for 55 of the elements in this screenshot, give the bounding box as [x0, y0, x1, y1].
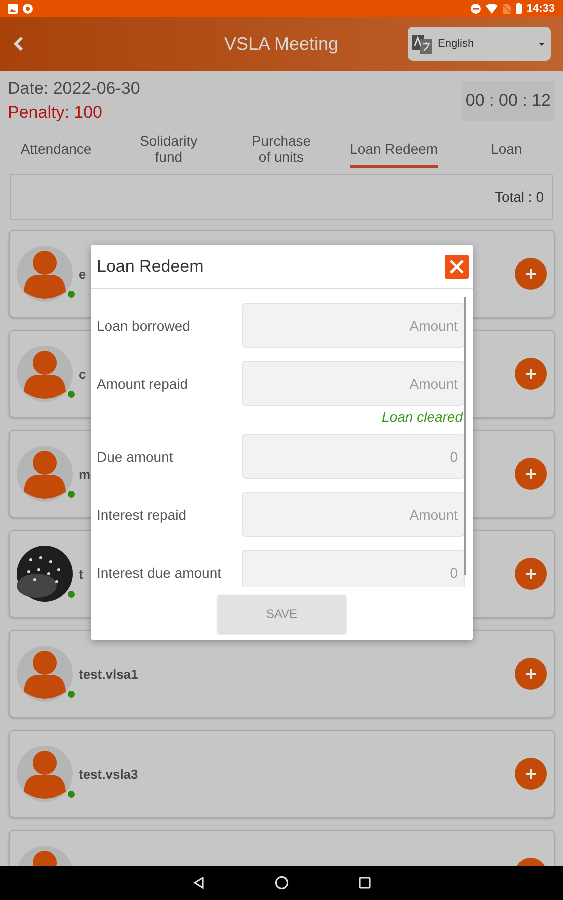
field-label: Amount repaid [97, 376, 190, 392]
back-icon[interactable] [192, 877, 204, 889]
do-not-disturb-icon [470, 4, 481, 14]
amount-field[interactable]: 0 [242, 550, 465, 587]
add-icon[interactable] [515, 258, 547, 290]
meeting-date: Date: 2022-06-30 [8, 79, 142, 99]
member-name: e [79, 266, 86, 282]
wifi-icon [486, 4, 498, 14]
member-name: c [79, 366, 86, 382]
amount-field[interactable]: Amount [242, 303, 465, 348]
add-icon[interactable] [515, 358, 547, 390]
home-icon[interactable] [274, 876, 288, 890]
loan-status-note: Loan cleared [381, 409, 464, 425]
caret-icon [539, 42, 545, 46]
penalty-amount: Penalty: 100 [8, 103, 104, 123]
person-icon [17, 746, 73, 802]
field-label: Interest repaid [97, 506, 188, 522]
dialog-title: Loan Redeem [97, 256, 205, 276]
field-label: Loan borrowed [97, 318, 192, 334]
field-label: Interest due amount [97, 564, 223, 580]
image-icon [8, 4, 18, 14]
tab[interactable]: Loan Redeem [350, 133, 438, 168]
add-icon[interactable] [515, 658, 547, 690]
person-icon [17, 646, 73, 702]
total-count: Total : 0 [494, 189, 544, 205]
person-icon [17, 246, 73, 302]
clock-time: 14:33 [526, 2, 555, 14]
tab[interactable]: Solidarity fund [116, 133, 222, 168]
screen-title: VSLA Meeting [223, 34, 340, 54]
circle-icon [23, 4, 33, 14]
member-name: t [79, 566, 84, 582]
member-card[interactable]: test.vsla3 [9, 730, 555, 818]
meeting-timer: 00 : 00 : 12 [462, 81, 555, 121]
battery-icon [516, 3, 522, 14]
recents-icon[interactable] [358, 877, 370, 889]
language-dropdown[interactable]: English [408, 27, 551, 61]
tab[interactable]: Attendance [4, 133, 109, 168]
tab[interactable]: Loan [454, 133, 559, 168]
amount-field[interactable]: Amount [242, 361, 465, 406]
tab[interactable]: Purchase of units [229, 133, 334, 168]
member-name: m [79, 466, 91, 482]
person-icon [17, 346, 73, 402]
close-icon[interactable] [445, 254, 469, 278]
translate-icon [412, 34, 432, 54]
amount-field[interactable]: Amount [242, 492, 465, 537]
add-icon[interactable] [515, 758, 547, 790]
member-name: test.vlsa1 [79, 666, 138, 682]
amount-field[interactable]: 0 [242, 434, 465, 479]
add-icon[interactable] [515, 558, 547, 590]
person-icon [17, 446, 73, 502]
member-name: test.vsla3 [79, 766, 138, 782]
add-icon[interactable] [515, 458, 547, 490]
field-label: Due amount [97, 448, 174, 464]
member-card[interactable]: test.vlsa1 [9, 630, 555, 718]
no-sim-icon [502, 4, 511, 14]
